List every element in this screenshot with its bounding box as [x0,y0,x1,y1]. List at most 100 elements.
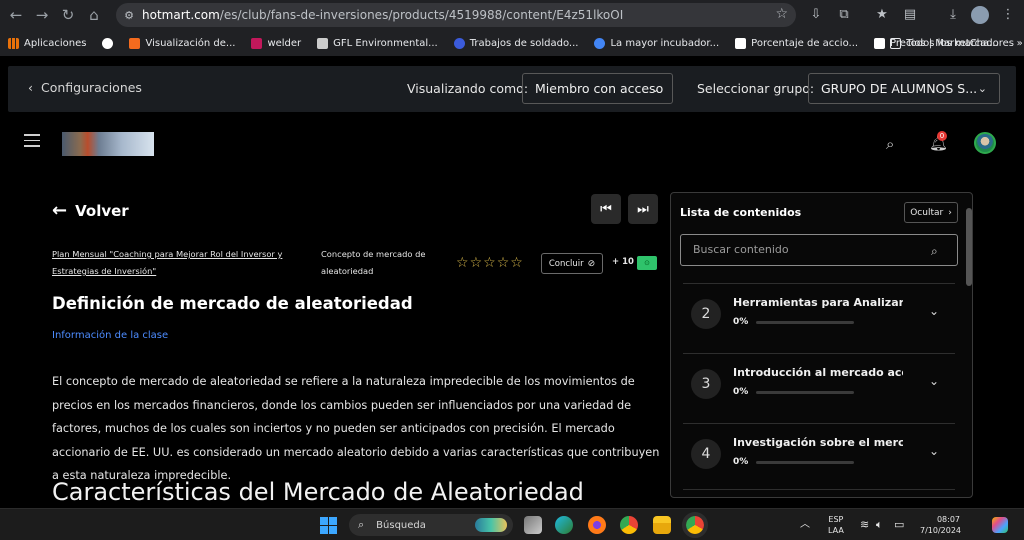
volume-icon[interactable]: 🔈︎ [876,518,883,532]
breadcrumb-course[interactable]: Plan Mensual "Coaching para Mejorar Rol … [52,246,292,280]
downloads-icon[interactable]: ⤓ [944,6,962,24]
download-status-icon[interactable]: ⇩ [807,6,825,24]
star-rating[interactable]: ☆ ☆ ☆ ☆ ☆ [456,255,523,271]
bookmark-trabajos[interactable]: Trabajos de soldado... [446,37,587,49]
back-button[interactable]: ← Volver [52,200,129,221]
edge-icon[interactable] [555,516,573,534]
chevron-left-icon: ‹ [28,80,33,95]
site-info-icon[interactable]: ⚙ [116,9,142,22]
module-item[interactable] [683,489,955,497]
chevron-down-icon: ⌄ [977,82,987,95]
copilot-icon[interactable] [992,517,1008,533]
tray-overflow-icon[interactable]: ︿ [800,515,810,530]
module-item[interactable]: 3 Introducción al mercado accionario... … [683,353,955,423]
star-icon[interactable]: ☆ [456,255,469,271]
all-bookmarks-folder[interactable]: Todos los marcadores [882,37,1022,49]
module-name: Introducción al mercado accionario... [733,366,903,379]
reload-icon[interactable]: ↻ [55,2,81,28]
search-icon[interactable]: ⌕ [886,135,894,153]
reading-list-icon[interactable]: ▤ [901,6,919,24]
contents-panel-title: Lista de contenidos [680,206,802,219]
star-icon[interactable]: ☆ [497,255,510,271]
star-icon[interactable]: ☆ [470,255,483,271]
complete-lesson-button[interactable]: Concluir ⊘ [541,253,603,274]
notification-badge: 0 [937,131,947,141]
bookmark-apps[interactable]: Aplicaciones [0,37,94,49]
site-icon [251,37,263,49]
skip-previous-icon: ⏮︎ [600,201,612,217]
group-select[interactable]: GRUPO DE ALUMNOS S... ⌄ [808,73,1000,104]
site-icon [129,37,141,49]
chrome-icon[interactable] [620,516,638,534]
ticket-icon: ⊙ [637,256,657,270]
viewing-as-select[interactable]: Miembro con acceso ⌄ [522,73,673,104]
site-icon [735,37,747,49]
contents-panel: Lista de contenidos Ocultar › Buscar cont… [670,192,973,498]
bookmarks-icon[interactable]: ★ [873,6,891,24]
menu-kebab-icon[interactable]: ⋮ [999,6,1017,24]
extensions-icon[interactable]: ⧉ [835,6,853,24]
url-path: /es/club/fans-de-inversiones/products/45… [219,8,624,22]
address-bar[interactable]: ⚙ hotmart.com/es/club/fans-de-inversione… [116,3,796,27]
chevron-down-icon[interactable]: ⌄ [929,374,939,388]
taskbar-search[interactable]: ⌕ Búsqueda [349,514,513,536]
star-icon[interactable]: ☆ [510,255,523,271]
module-progress-label: 0% [733,387,749,397]
search-icon: ⌕ [358,518,365,531]
search-icon: ⌕ [931,244,938,258]
module-progress-bar [756,461,854,464]
windows-taskbar: ⌕ Búsqueda ︿ ESP LAA ≋ 🔈︎ ▭ 08:07 7/10/2024 [0,508,1024,540]
module-name: Investigación sobre el mercado... [733,436,903,449]
bookmark-incubador[interactable]: La mayor incubador... [586,37,727,49]
language-indicator[interactable]: ESP LAA [828,514,844,536]
points-label: + 10 [612,257,634,267]
windows-start-icon[interactable] [320,517,337,534]
user-avatar[interactable] [974,132,996,154]
module-number: 3 [691,369,721,399]
previous-lesson-button[interactable]: ⏮︎ [591,194,621,224]
lesson-title: Definición de mercado de aleatoriedad [52,294,413,313]
bookmark-globe[interactable] [94,37,121,49]
chevron-down-icon: ⌄ [650,82,660,95]
file-explorer-icon[interactable] [653,516,671,534]
browser-chrome: ← → ↻ ⌂ ⚙ hotmart.com/es/club/fans-de-in… [0,0,1024,56]
content-search-input[interactable]: Buscar contenido [680,234,958,266]
configurations-back-link[interactable]: ‹ Configuraciones [28,80,142,95]
chevron-down-icon[interactable]: ⌄ [929,444,939,458]
module-name: Herramientas para Analizar... [733,296,903,309]
bookmark-gfl[interactable]: GFL Environmental... [309,37,446,49]
chrome-active-icon[interactable] [682,512,708,538]
system-clock[interactable]: 08:07 7/10/2024 [920,514,961,536]
search-highlight-image [475,518,507,532]
globe-icon [102,37,114,49]
module-item[interactable]: 2 Herramientas para Analizar... 0% ⌄ [683,283,955,353]
lesson-info-link[interactable]: Información de la clase [52,330,168,341]
battery-icon[interactable]: ▭ [894,518,904,531]
bookmark-star-icon[interactable]: ☆ [775,6,788,22]
site-icon [453,37,465,49]
module-number: 2 [691,299,721,329]
module-number: 4 [691,439,721,469]
folder-icon [890,37,902,49]
hamburger-menu-icon[interactable] [24,134,40,148]
firefox-icon[interactable] [588,516,606,534]
star-icon[interactable]: ☆ [483,255,496,271]
bookmark-porcentaje[interactable]: Porcentaje de accio... [727,37,866,49]
bookmark-welder[interactable]: welder [243,37,309,49]
task-view-icon[interactable] [524,516,542,534]
club-logo[interactable] [62,132,154,156]
arrow-left-icon: ← [52,200,68,221]
bookmark-visualizacion[interactable]: Visualización de... [121,37,243,49]
chevron-down-icon[interactable]: ⌄ [929,304,939,318]
wifi-icon[interactable]: ≋ [860,518,869,531]
module-progress-bar [756,391,854,394]
profile-avatar[interactable] [971,6,989,24]
home-icon[interactable]: ⌂ [81,2,107,28]
module-item[interactable]: 4 Investigación sobre el mercado... 0% ⌄ [683,423,955,493]
hide-panel-button[interactable]: Ocultar › [904,202,958,223]
forward-icon[interactable]: → [29,2,55,28]
back-icon[interactable]: ← [3,2,29,28]
panel-scrollbar[interactable] [966,208,972,286]
next-lesson-button[interactable]: ⏭︎ [628,194,658,224]
url-host: hotmart.com [142,8,220,22]
